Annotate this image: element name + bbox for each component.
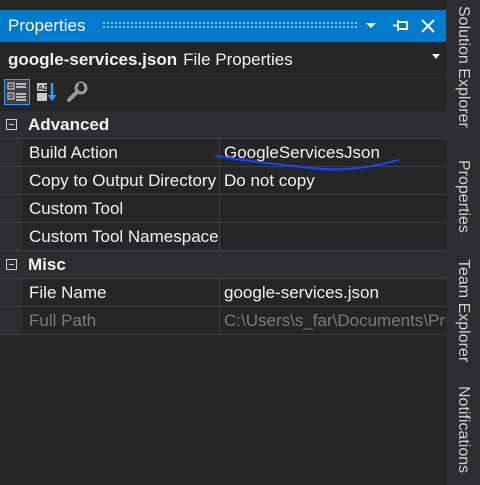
collapse-icon[interactable] <box>6 259 17 270</box>
category-advanced[interactable]: Advanced <box>0 111 446 139</box>
property-name: Custom Tool <box>22 195 220 222</box>
row-gutter <box>0 223 22 250</box>
wrench-icon <box>67 81 88 102</box>
property-value[interactable]: Do not copy <box>220 167 446 194</box>
property-name: Copy to Output Directory <box>22 167 220 194</box>
property-value[interactable] <box>220 223 446 250</box>
categorized-button[interactable] <box>4 79 30 105</box>
property-name: Full Path <box>22 307 220 334</box>
property-value: C:\Users\s_far\Documents\Projects <box>224 311 446 330</box>
side-tab-team-explorer[interactable]: Team Explorer <box>446 259 480 362</box>
property-value[interactable]: google-services.json <box>220 279 446 306</box>
side-tab-label: Properties <box>455 160 472 233</box>
property-value[interactable]: GoogleServicesJson <box>220 139 446 166</box>
row-gutter <box>0 139 22 166</box>
pin-icon <box>393 20 408 31</box>
toolbar: AZ <box>0 76 446 108</box>
property-row-copy-to-output[interactable]: Copy to Output Directory Do not copy <box>0 167 446 195</box>
property-value[interactable] <box>220 195 446 222</box>
property-row-custom-tool-namespace[interactable]: Custom Tool Namespace <box>0 223 446 251</box>
object-selector[interactable]: google-services.json File Properties <box>0 46 446 75</box>
object-type: File Properties <box>183 50 293 69</box>
panel-title: Properties <box>8 16 86 35</box>
chevron-down-icon <box>432 54 440 59</box>
property-row-build-action[interactable]: Build Action GoogleServicesJson <box>0 139 446 167</box>
window-position-button[interactable] <box>360 10 382 42</box>
chevron-down-icon <box>366 23 376 28</box>
side-tab-solution-explorer[interactable]: Solution Explorer <box>446 6 480 128</box>
property-name: Custom Tool Namespace <box>22 223 220 250</box>
properties-panel: Properties google-services.json File Pro… <box>0 0 446 485</box>
category-misc[interactable]: Misc <box>0 251 446 279</box>
alphabetical-icon: AZ <box>37 83 57 101</box>
side-tab-properties[interactable]: Properties <box>446 160 480 233</box>
side-tab-notifications[interactable]: Notifications <box>446 386 480 473</box>
property-row-full-path[interactable]: Full Path C:\Users\s_far\Documents\Proje… <box>0 307 446 335</box>
side-tab-strip: Solution Explorer Properties Team Explor… <box>446 0 480 485</box>
category-label: Advanced <box>28 114 110 134</box>
title-bar[interactable]: Properties <box>0 10 446 42</box>
alphabetical-button[interactable]: AZ <box>34 79 60 105</box>
object-name: google-services.json <box>8 50 178 69</box>
close-button[interactable] <box>416 10 440 42</box>
svg-text:AZ: AZ <box>38 85 48 92</box>
auto-hide-button[interactable] <box>388 10 414 42</box>
categorized-icon <box>7 82 26 101</box>
side-tab-label: Team Explorer <box>455 259 472 363</box>
property-pages-button[interactable] <box>64 79 90 105</box>
property-row-custom-tool[interactable]: Custom Tool <box>0 195 446 223</box>
row-gutter <box>0 195 22 222</box>
property-name: Build Action <box>22 139 220 166</box>
row-gutter <box>0 167 22 194</box>
title-grip[interactable] <box>102 21 358 30</box>
property-name: File Name <box>22 279 220 306</box>
close-icon <box>421 19 435 33</box>
property-row-file-name[interactable]: File Name google-services.json <box>0 279 446 307</box>
property-grid: Advanced Build Action GoogleServicesJson… <box>0 111 446 335</box>
category-label: Misc <box>28 254 66 274</box>
row-gutter <box>0 307 22 334</box>
collapse-icon[interactable] <box>6 119 17 130</box>
side-tab-label: Solution Explorer <box>455 6 472 128</box>
row-gutter <box>0 279 22 306</box>
side-tab-label: Notifications <box>455 386 472 474</box>
